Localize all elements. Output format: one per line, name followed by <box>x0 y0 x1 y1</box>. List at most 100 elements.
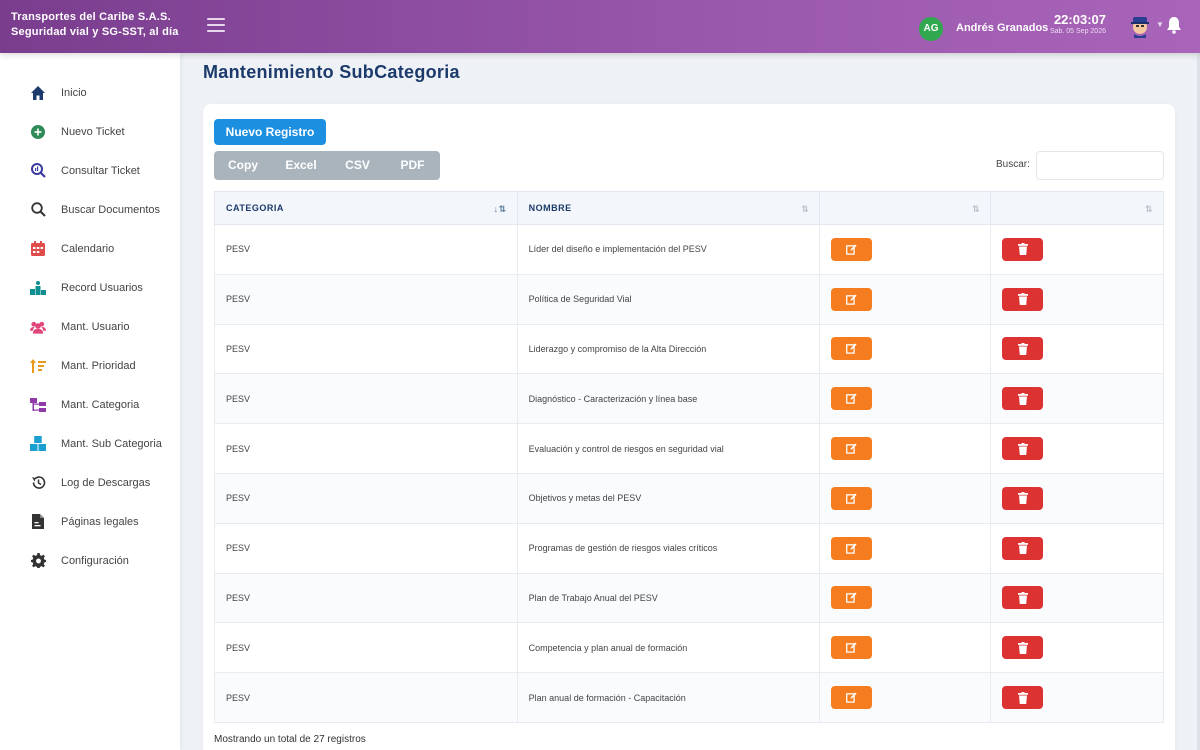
edit-button[interactable] <box>831 586 873 610</box>
menu-toggle-icon[interactable] <box>207 18 225 32</box>
sidebar-item-calendario[interactable]: Calendario <box>0 229 180 268</box>
edit-button[interactable] <box>831 287 873 311</box>
delete-button[interactable] <box>1002 437 1044 461</box>
cell-delete <box>990 672 1164 723</box>
trash-icon <box>1017 442 1028 455</box>
history-icon <box>30 475 46 491</box>
edit-button[interactable] <box>831 387 873 411</box>
clock: 22:03:07 Sab. 05 Sep 2026 <box>1040 13 1106 37</box>
sidebar-item-record-usuarios[interactable]: Record Usuarios <box>0 268 180 307</box>
pdf-button[interactable]: PDF <box>385 151 440 180</box>
sidebar-item-nuevo-ticket[interactable]: Nuevo Ticket <box>0 112 180 151</box>
edit-button[interactable] <box>831 636 873 660</box>
csv-button[interactable]: CSV <box>330 151 385 180</box>
cell-delete <box>990 423 1164 474</box>
delete-button[interactable] <box>1002 387 1044 411</box>
delete-button[interactable] <box>1002 237 1044 261</box>
sidebar-item-label: Buscar Documentos <box>61 203 161 216</box>
cell-nombre: Competencia y plan anual de formación <box>516 622 821 674</box>
sidebar-item-label: Mant. Usuario <box>61 320 130 333</box>
sort-icon: ⇅ <box>1144 204 1153 214</box>
sidebar-item-mant-prioridad[interactable]: Mant. Prioridad <box>0 346 180 385</box>
sort-icon: ⇅ <box>972 204 981 214</box>
user-avatar-icon[interactable] <box>1128 14 1152 38</box>
delete-button[interactable] <box>1002 536 1044 560</box>
cell-edit <box>819 323 992 375</box>
edit-button[interactable] <box>831 486 873 510</box>
user-menu-caret-icon[interactable]: ▼ <box>1156 20 1164 29</box>
cell-edit <box>819 423 992 474</box>
copy-button[interactable]: Copy <box>214 151 272 180</box>
edit-icon <box>846 244 857 255</box>
sidebar-item-mant-usuario[interactable]: Mant. Usuario <box>0 307 180 346</box>
table-row: PESV Política de Seguridad Vial <box>214 273 1164 325</box>
table-row: PESV Plan de Trabajo Anual del PESV <box>214 572 1164 624</box>
sidebar-item-label: Mant. Prioridad <box>61 359 136 372</box>
user-name: Andrés Granados <box>956 22 1049 34</box>
delete-button[interactable] <box>1002 337 1044 361</box>
top-navbar: Transportes del Caribe S.A.S. Seguridad … <box>0 0 1200 53</box>
cell-edit <box>819 622 992 674</box>
table-row: PESV Competencia y plan anual de formació… <box>214 622 1164 674</box>
cell-edit <box>819 373 992 425</box>
delete-button[interactable] <box>1002 486 1044 510</box>
edit-button[interactable] <box>831 536 873 560</box>
search-input[interactable] <box>1036 151 1164 180</box>
excel-button[interactable]: Excel <box>272 151 330 180</box>
sidebar-item-label: Consultar Ticket <box>61 164 140 177</box>
column-header-delete[interactable]: ⇅ <box>990 191 1164 225</box>
gear-icon <box>30 553 46 569</box>
export-button-group: Copy Excel CSV PDF <box>214 151 440 180</box>
bell-icon[interactable] <box>1166 16 1182 34</box>
cell-categoria: PESV <box>214 273 518 325</box>
sort-priority-icon <box>30 358 46 374</box>
table-header-row: CATEGORIA ↓⇅ NOMBRE ⇅ ⇅ ⇅ <box>214 191 1164 225</box>
cell-nombre: Política de Seguridad Vial <box>516 273 821 325</box>
sidebar-item-buscar-documentos[interactable]: Buscar Documentos <box>0 190 180 229</box>
cell-categoria: PESV <box>214 472 518 524</box>
table-row: PESV Plan anual de formación - Capacitaci… <box>214 672 1164 723</box>
sidebar-item-configuracion[interactable]: Configuración <box>0 541 180 580</box>
cell-edit <box>819 522 992 574</box>
edit-icon <box>846 692 857 703</box>
edit-button[interactable] <box>831 337 873 361</box>
cell-nombre: Líder del diseño e implementación del PE… <box>516 224 821 275</box>
table-row: PESV Líder del diseño e implementación de… <box>214 224 1164 275</box>
trash-icon <box>1017 641 1028 654</box>
search-chart-icon <box>30 163 46 179</box>
magnifier-icon <box>30 202 46 218</box>
cell-nombre: Evaluación y control de riesgos en segur… <box>516 423 821 474</box>
clock-time: 22:03:07 <box>1053 12 1106 27</box>
delete-button[interactable] <box>1002 586 1044 610</box>
sidebar-item-label: Record Usuarios <box>61 281 143 294</box>
company-name: Transportes del Caribe S.A.S. <box>11 11 171 23</box>
edit-button[interactable] <box>831 437 873 461</box>
column-header-categoria[interactable]: CATEGORIA ↓⇅ <box>214 191 518 225</box>
delete-button[interactable] <box>1002 287 1044 311</box>
cell-delete <box>990 224 1164 275</box>
sidebar-item-consultar-ticket[interactable]: Consultar Ticket <box>0 151 180 190</box>
edit-button[interactable] <box>831 686 873 710</box>
trash-icon <box>1017 293 1028 306</box>
cell-categoria: PESV <box>214 224 518 275</box>
sidebar-item-label: Mant. Sub Categoria <box>61 437 162 450</box>
cell-categoria: PESV <box>214 522 518 574</box>
sidebar-item-mant-categoria[interactable]: Mant. Categoria <box>0 385 180 424</box>
cell-delete <box>990 522 1164 574</box>
table-row: PESV Programas de gestión de riesgos vial… <box>214 522 1164 574</box>
column-header-nombre[interactable]: NOMBRE ⇅ <box>516 191 821 225</box>
sidebar-item-mant-sub-categoria[interactable]: Mant. Sub Categoria <box>0 424 180 463</box>
delete-button[interactable] <box>1002 686 1044 710</box>
edit-icon <box>846 493 857 504</box>
edit-icon <box>846 642 857 653</box>
sidebar-item-paginas-legales[interactable]: Páginas legales <box>0 502 180 541</box>
sidebar-item-inicio[interactable]: Inicio <box>0 73 180 112</box>
new-record-button[interactable]: Nuevo Registro <box>214 119 326 145</box>
edit-icon <box>846 343 857 355</box>
column-header-edit[interactable]: ⇅ <box>819 191 992 225</box>
edit-icon <box>846 543 857 554</box>
delete-button[interactable] <box>1002 636 1044 660</box>
sidebar-item-label: Configuración <box>61 554 129 567</box>
edit-button[interactable] <box>831 237 873 261</box>
sidebar-item-log-descargas[interactable]: Log de Descargas <box>0 463 180 502</box>
